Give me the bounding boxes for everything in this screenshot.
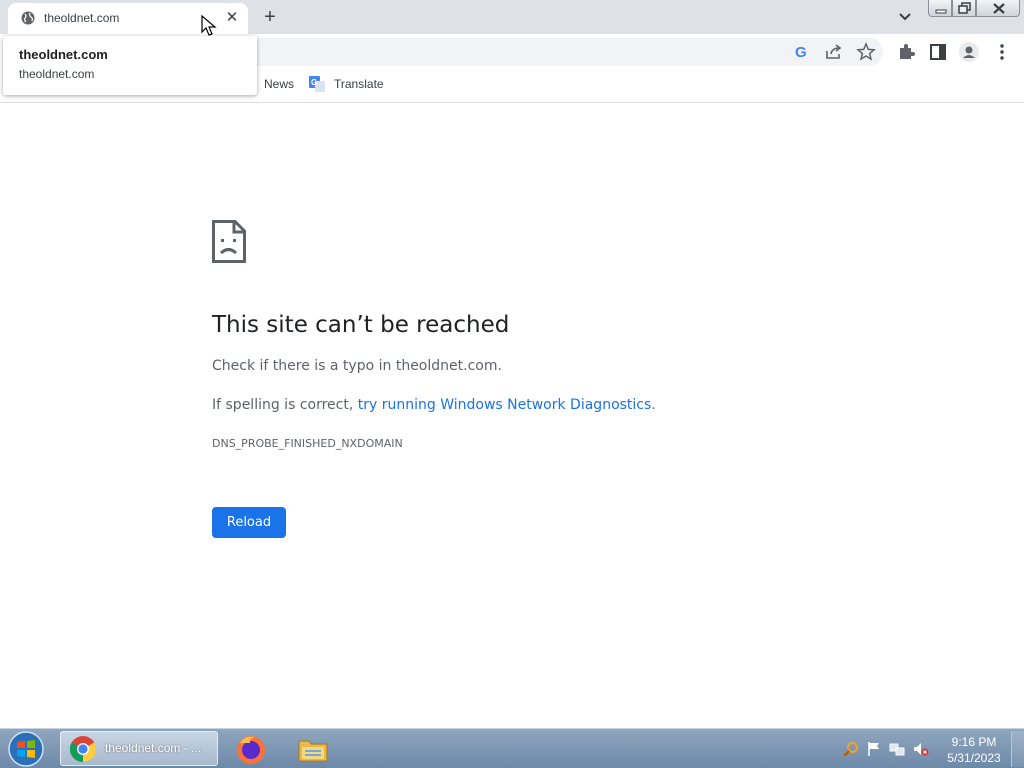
tab-strip: theoldnet.com ✕ +: [0, 0, 1024, 34]
svg-text:G: G: [311, 78, 317, 87]
star-icon[interactable]: [856, 42, 876, 62]
hover-card-domain: theoldnet.com: [19, 67, 95, 81]
hover-card-title: theoldnet.com: [19, 47, 108, 62]
share-icon[interactable]: [824, 42, 844, 62]
close-icon: [993, 3, 1005, 14]
profile-avatar-icon[interactable]: [959, 42, 979, 62]
reload-button[interactable]: Reload: [212, 507, 286, 538]
error-diagnostics-hint: If spelling is correct, try running Wind…: [212, 397, 656, 413]
error-page: This site can’t be reached Check if ther…: [0, 103, 1024, 728]
google-lens-icon[interactable]: G: [791, 42, 811, 62]
diagnostics-suffix: .: [651, 397, 656, 413]
volume-muted-icon[interactable]: [913, 741, 929, 757]
error-code: DNS_PROBE_FINISHED_NXDOMAIN: [212, 437, 403, 450]
clock-date[interactable]: 5/31/2023: [944, 751, 1004, 765]
more-menu-icon[interactable]: [992, 42, 1012, 62]
browser-window: theoldnet.com ✕ + G News Translate G Thi…: [0, 0, 1024, 768]
diagnostics-prefix: If spelling is correct,: [212, 397, 358, 413]
chevron-down-icon[interactable]: [895, 8, 915, 26]
extensions-icon[interactable]: [896, 42, 916, 62]
network-diagnostics-link[interactable]: try running Windows Network Diagnostics: [358, 397, 652, 413]
globe-icon: [21, 11, 35, 25]
network-icon[interactable]: [889, 741, 905, 757]
chrome-icon: [69, 736, 97, 763]
taskbar-chrome-label: theoldnet.com - ...: [105, 741, 202, 755]
taskbar-chrome-button[interactable]: theoldnet.com - ...: [60, 731, 218, 766]
translate-icon: G: [309, 76, 325, 92]
minimize-icon: [935, 9, 947, 14]
search-icon[interactable]: [843, 741, 859, 757]
tab-hover-card: theoldnet.com theoldnet.com: [3, 36, 257, 95]
action-center-flag-icon[interactable]: [866, 741, 882, 757]
clock-time[interactable]: 9:16 PM: [944, 735, 1004, 749]
restore-icon: [958, 2, 971, 14]
tab-title: theoldnet.com: [44, 11, 120, 25]
mouse-cursor-icon: [201, 15, 217, 36]
bookmark-news[interactable]: News: [264, 77, 294, 91]
bookmark-translate[interactable]: Translate: [334, 77, 384, 91]
side-panel-icon[interactable]: [928, 42, 948, 62]
tab-close-icon[interactable]: ✕: [224, 10, 240, 26]
minimize-button[interactable]: [928, 0, 952, 17]
svg-text:G: G: [795, 44, 807, 61]
sad-page-icon: [212, 220, 246, 263]
file-explorer-icon[interactable]: [297, 733, 329, 765]
restore-button[interactable]: [952, 0, 976, 17]
error-typo-hint: Check if there is a typo in theoldnet.co…: [212, 358, 502, 374]
taskbar: theoldnet.com - ... 9:16 PM 5/31/2023: [0, 728, 1024, 768]
show-desktop-button[interactable]: [1011, 731, 1024, 767]
error-title: This site can’t be reached: [212, 312, 510, 338]
close-window-button[interactable]: [976, 0, 1020, 17]
start-button[interactable]: [6, 730, 46, 768]
new-tab-button[interactable]: +: [259, 7, 281, 27]
firefox-icon[interactable]: [235, 733, 267, 765]
